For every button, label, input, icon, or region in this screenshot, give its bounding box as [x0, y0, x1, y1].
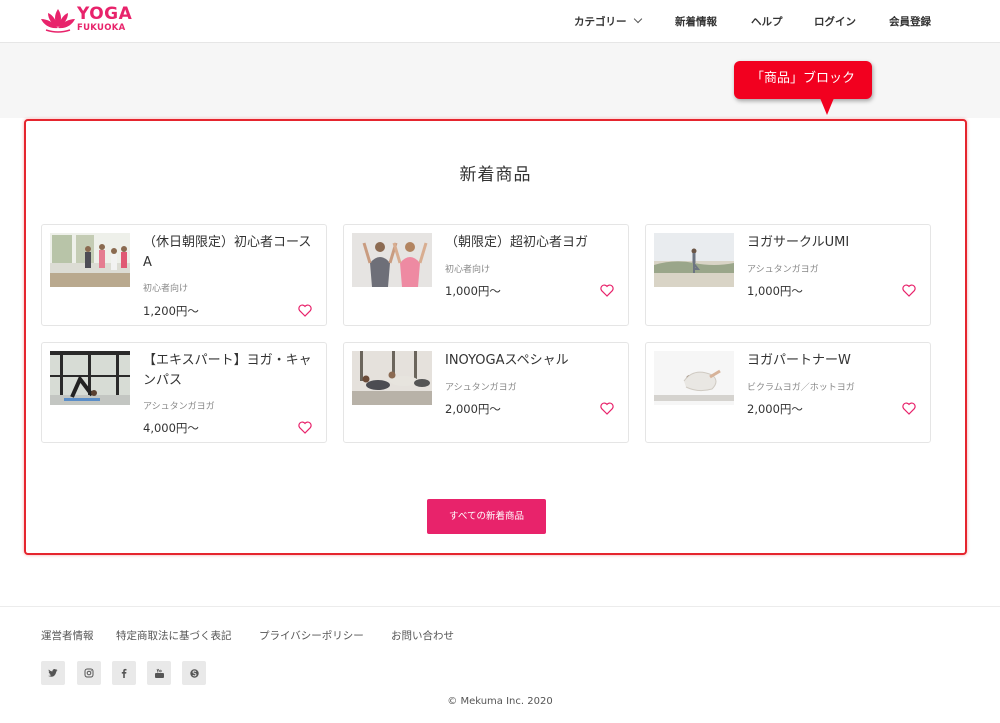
product-price: 1,000円〜 — [747, 284, 803, 298]
facebook-icon[interactable] — [112, 661, 136, 685]
product-category: アシュタンガヨガ — [143, 402, 215, 412]
product-image — [654, 233, 734, 287]
site-header: YOGA FUKUOKA カテゴリー 新着情報 ヘルプ ログイン 会員登録 — [0, 0, 1000, 43]
all-new-products-button[interactable]: すべての新着商品 — [427, 499, 546, 534]
product-title[interactable]: INOYOGAスペシャル — [445, 351, 621, 371]
product-card[interactable]: （休日朝限定）初心者コースA 初心者向け 1,200円〜 — [41, 224, 327, 326]
footer-link-operator[interactable]: 運営者情報 — [41, 628, 94, 643]
heart-icon[interactable] — [298, 421, 312, 434]
product-price: 2,000円〜 — [445, 402, 501, 416]
product-price: 1,200円〜 — [143, 304, 199, 318]
product-title[interactable]: ヨガサークルUMI — [747, 233, 923, 253]
product-price: 1,000円〜 — [445, 284, 501, 298]
product-image — [50, 233, 130, 287]
product-card[interactable]: ヨガパートナーW ビクラムヨガ／ホットヨガ 2,000円〜 — [645, 342, 931, 443]
heart-icon[interactable] — [902, 402, 916, 415]
product-image — [352, 233, 432, 287]
product-category: 初心者向け — [445, 265, 491, 275]
product-price: 4,000円〜 — [143, 421, 199, 435]
heart-icon[interactable] — [600, 402, 614, 415]
logo-line-1: YOGA — [77, 4, 133, 24]
footer-link-contact[interactable]: お問い合わせ — [391, 628, 454, 643]
youtube-icon[interactable] — [147, 661, 171, 685]
nav-news[interactable]: 新着情報 — [675, 14, 717, 29]
chevron-down-icon — [633, 14, 642, 24]
product-image — [50, 351, 130, 405]
product-title[interactable]: （休日朝限定）初心者コースA — [143, 233, 319, 273]
product-card[interactable]: ヨガサークルUMI アシュタンガヨガ 1,000円〜 — [645, 224, 931, 326]
nav-login[interactable]: ログイン — [814, 14, 856, 29]
block-callout: 「商品」ブロック — [734, 61, 872, 99]
section-title: 新着商品 — [459, 165, 532, 185]
skype-icon[interactable] — [182, 661, 206, 685]
site-logo[interactable]: YOGA FUKUOKA — [40, 5, 140, 35]
heart-icon[interactable] — [600, 284, 614, 297]
copyright: © Mekuma Inc. 2020 — [447, 696, 553, 707]
footer-link-legal[interactable]: 特定商取法に基づく表記 — [116, 628, 232, 643]
logo-line-2: FUKUOKA — [77, 23, 126, 33]
product-title[interactable]: ヨガパートナーW — [747, 351, 923, 371]
product-category: ビクラムヨガ／ホットヨガ — [747, 383, 855, 393]
product-price: 2,000円〜 — [747, 402, 803, 416]
twitter-icon[interactable] — [41, 661, 65, 685]
product-title[interactable]: 【エキスパート】ヨガ・キャンパス — [143, 351, 319, 391]
heart-icon[interactable] — [902, 284, 916, 297]
footer-link-privacy[interactable]: プライバシーポリシー — [259, 628, 364, 643]
product-card[interactable]: INOYOGAスペシャル アシュタンガヨガ 2,000円〜 — [343, 342, 629, 443]
product-image — [654, 351, 734, 405]
nav-category-label: カテゴリー — [574, 16, 627, 28]
callout-pointer — [820, 98, 834, 115]
product-image — [352, 351, 432, 405]
heart-icon[interactable] — [298, 304, 312, 317]
lotus-icon — [41, 9, 75, 33]
product-category: 初心者向け — [143, 284, 189, 294]
instagram-icon[interactable] — [77, 661, 101, 685]
product-title[interactable]: （朝限定）超初心者ヨガ — [445, 233, 621, 253]
product-card[interactable]: 【エキスパート】ヨガ・キャンパス アシュタンガヨガ 4,000円〜 — [41, 342, 327, 443]
product-category: アシュタンガヨガ — [747, 265, 819, 275]
nav-register[interactable]: 会員登録 — [889, 14, 931, 29]
product-category: アシュタンガヨガ — [445, 383, 517, 393]
nav-help[interactable]: ヘルプ — [751, 14, 783, 29]
product-card[interactable]: （朝限定）超初心者ヨガ 初心者向け 1,000円〜 — [343, 224, 629, 326]
nav-category[interactable]: カテゴリー — [574, 14, 642, 29]
footer-divider — [0, 606, 1000, 607]
